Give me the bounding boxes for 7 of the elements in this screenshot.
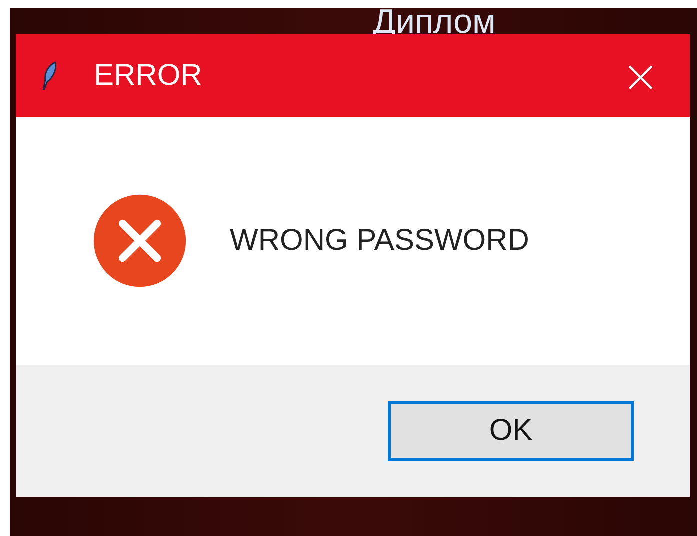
- desktop-icon-label: Диплом: [373, 8, 496, 42]
- feather-icon: [40, 60, 58, 92]
- window-title: ERROR: [94, 58, 204, 92]
- ok-button[interactable]: OK: [388, 401, 634, 461]
- error-icon: [92, 193, 188, 289]
- message-text: WRONG PASSWORD: [230, 224, 530, 258]
- close-button[interactable]: ×: [613, 52, 668, 98]
